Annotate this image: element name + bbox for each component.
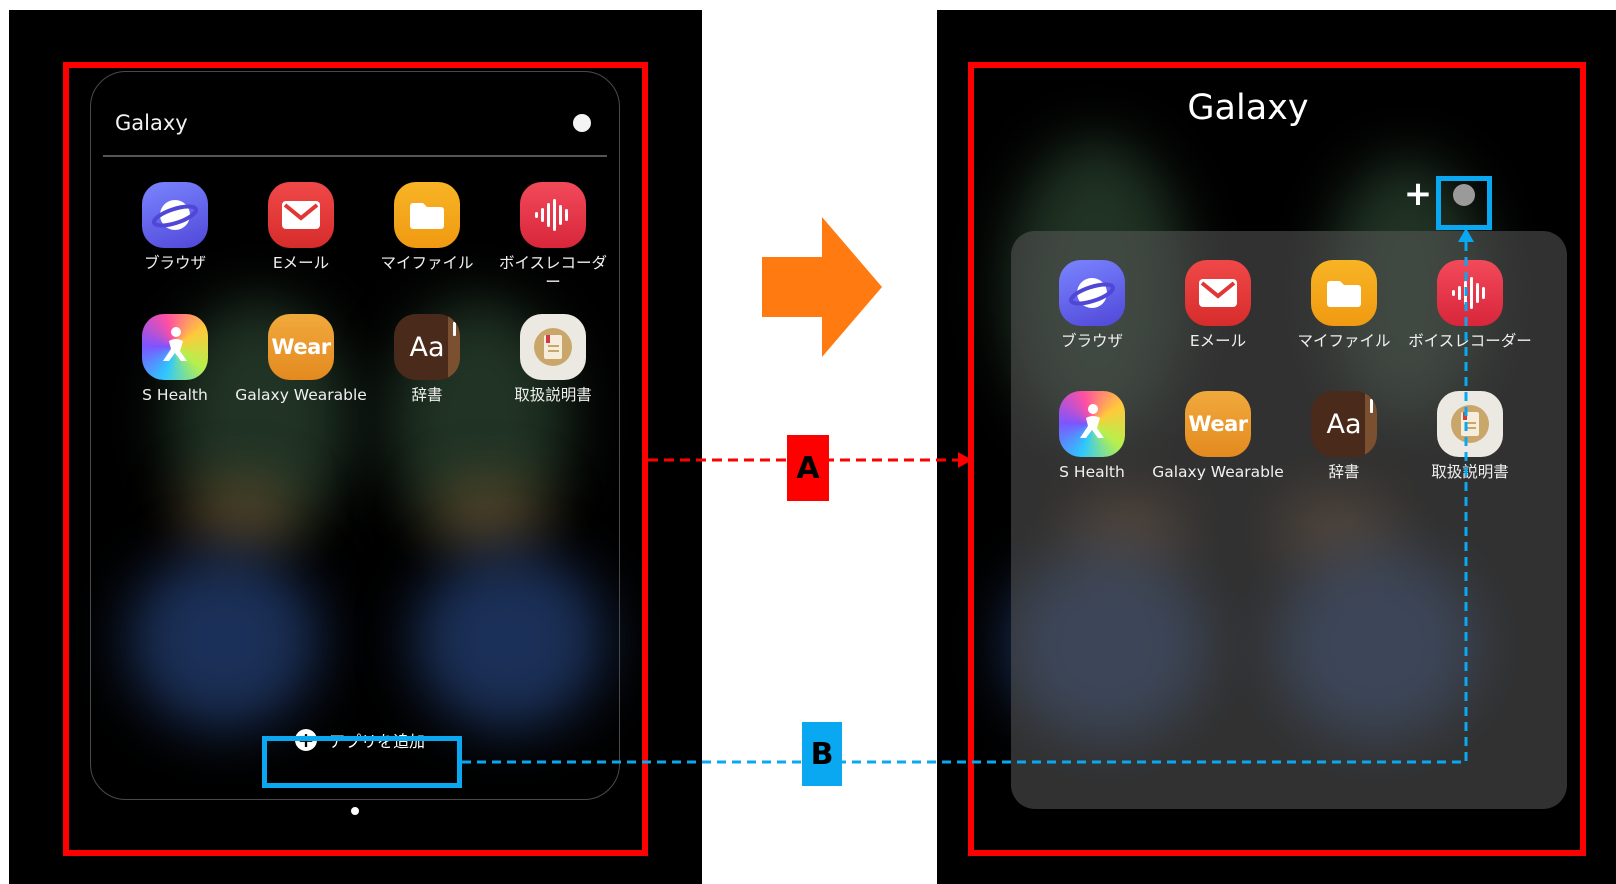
badge-b: B (802, 722, 842, 786)
badge-a: A (787, 435, 829, 501)
orange-arrow (762, 217, 882, 357)
